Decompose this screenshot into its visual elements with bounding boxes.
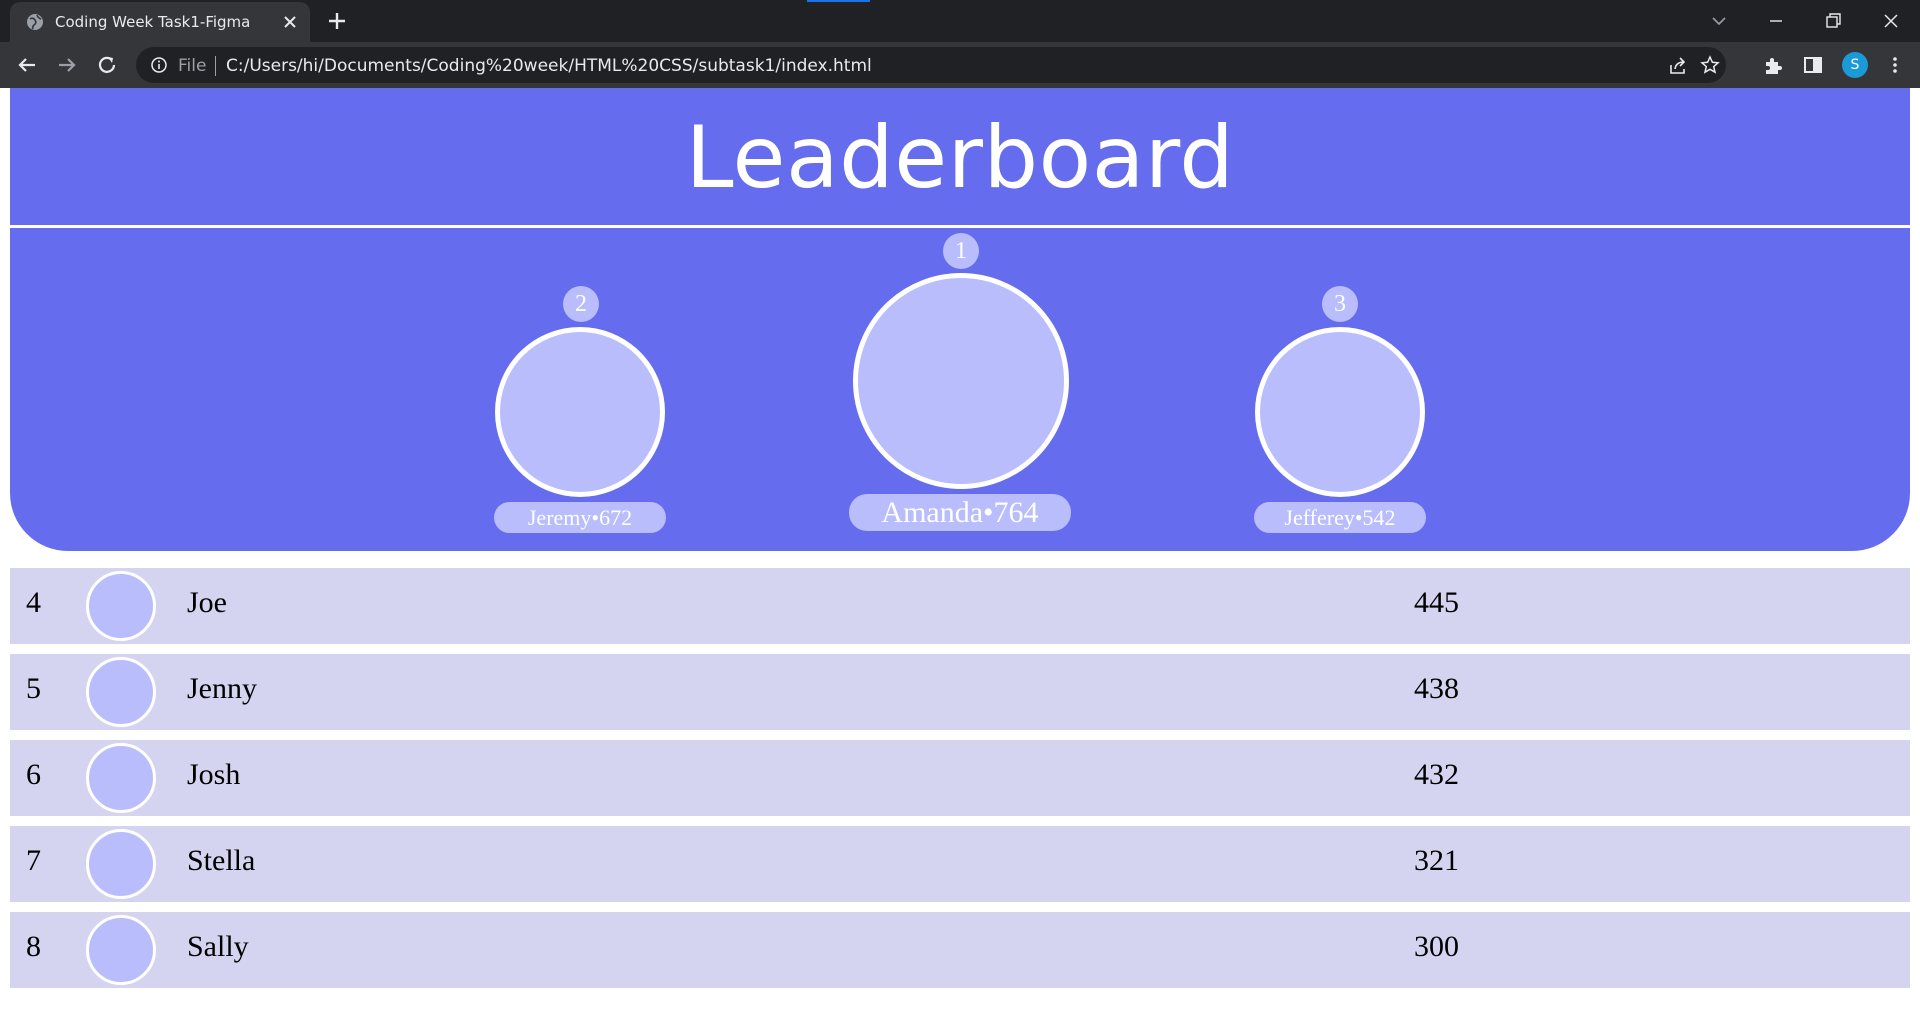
active-tab[interactable]: Coding Week Task1-Figma [10,2,310,42]
reload-icon[interactable] [96,54,118,76]
rank-badge-2: 2 [563,286,599,322]
side-panel-icon[interactable] [1802,54,1824,76]
tab-strip-accent [807,0,870,2]
forward-icon[interactable] [56,54,78,76]
list-item: 7 Stella 321 [10,826,1910,902]
list-item: 6 Josh 432 [10,740,1910,816]
row-name: Josh [187,758,241,791]
row-name: Sally [187,930,249,963]
bookmark-star-icon[interactable] [1700,55,1720,75]
row-name: Joe [187,586,227,619]
share-icon[interactable] [1668,56,1688,76]
tab-search-icon[interactable] [1706,8,1732,34]
close-window-icon[interactable] [1878,8,1904,34]
avatar [86,571,156,641]
tab-strip: Coding Week Task1-Figma [0,0,1920,42]
list-item: 5 Jenny 438 [10,654,1910,730]
avatar [86,915,156,985]
page-content: Leaderboard 2 Jeremy•672 1 Amanda•764 3 … [0,88,1920,1028]
header-divider [10,225,1910,228]
podium-avatar-1 [853,273,1069,489]
podium-avatar-2 [495,327,665,497]
url-text[interactable]: C:/Users/hi/Documents/Coding%20week/HTML… [226,56,872,76]
tab-title: Coding Week Task1-Figma [55,13,251,31]
avatar [86,657,156,727]
list-item: 8 Sally 300 [10,912,1910,988]
avatar [86,743,156,813]
extensions-icon[interactable] [1762,54,1784,76]
avatar [86,829,156,899]
podium-avatar-3 [1255,327,1425,497]
menu-kebab-icon[interactable] [1884,54,1906,76]
back-icon[interactable] [16,54,38,76]
restore-icon[interactable] [1820,8,1846,34]
row-rank: 5 [26,672,41,705]
podium-label-1: Amanda•764 [849,494,1071,531]
row-rank: 6 [26,758,41,791]
row-name: Stella [187,844,256,877]
rank-badge-1: 1 [943,233,979,269]
row-rank: 4 [26,586,41,619]
page-title: Leaderboard [685,108,1235,208]
podium-label-2: Jeremy•672 [494,502,666,533]
row-score: 300 [1414,930,1459,963]
list-item: 4 Joe 445 [10,568,1910,644]
profile-avatar[interactable]: S [1842,52,1868,78]
row-score: 438 [1414,672,1459,705]
leaderboard-header: Leaderboard 2 Jeremy•672 1 Amanda•764 3 … [10,88,1910,551]
omnibox-separator [215,56,216,76]
row-score: 445 [1414,586,1459,619]
globe-icon [27,14,43,30]
row-score: 321 [1414,844,1459,877]
row-rank: 7 [26,844,41,877]
info-icon[interactable] [150,56,168,74]
scheme-label: File [178,56,207,76]
browser-toolbar: File C:/Users/hi/Documents/Coding%20week… [0,42,1920,88]
row-rank: 8 [26,930,41,963]
address-bar[interactable]: File C:/Users/hi/Documents/Coding%20week… [136,47,1726,83]
row-name: Jenny [187,672,257,705]
close-tab-icon[interactable] [281,13,299,31]
new-tab-icon[interactable] [326,10,348,32]
row-score: 432 [1414,758,1459,791]
minimize-icon[interactable] [1763,8,1789,34]
podium-label-3: Jefferey•542 [1254,502,1426,533]
rank-badge-3: 3 [1322,286,1358,322]
